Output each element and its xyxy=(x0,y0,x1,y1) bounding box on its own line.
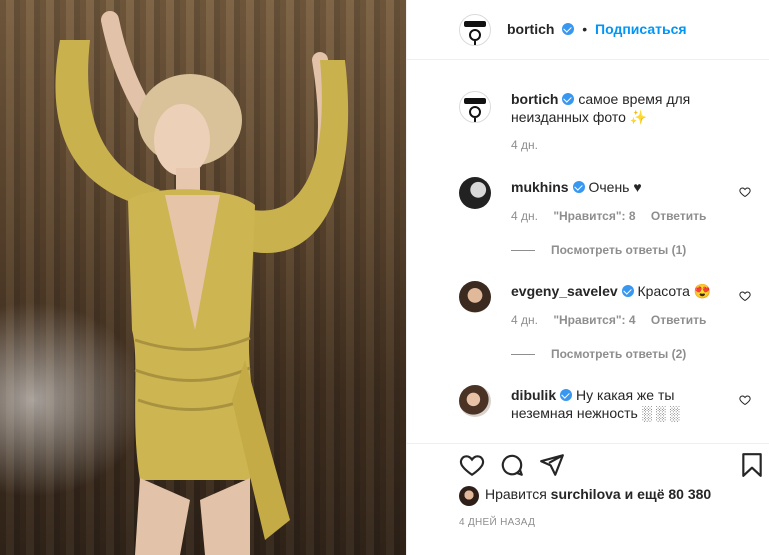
post-date[interactable]: 4 ДНЕЙ НАЗАД xyxy=(459,517,535,528)
follow-button[interactable]: Подписаться xyxy=(595,21,687,37)
commenter-username[interactable]: mukhins xyxy=(511,179,569,195)
header-author-row: bortich • Подписаться xyxy=(507,21,687,37)
comment-text: Очень ♥ xyxy=(588,179,642,195)
share-icon[interactable] xyxy=(539,452,565,478)
verified-icon xyxy=(560,389,573,401)
view-replies-button[interactable]: Посмотреть ответы (1) xyxy=(511,243,686,257)
comment-like-heart-icon[interactable] xyxy=(739,186,751,198)
comment-age[interactable]: 4 дн. xyxy=(511,313,538,327)
post-header: bortich • Подписаться xyxy=(407,0,769,60)
verified-icon xyxy=(562,93,575,105)
comments-list[interactable]: bortich самое время для неизданных фото … xyxy=(407,61,769,442)
caption-author-username[interactable]: bortich xyxy=(511,91,558,107)
liked-by-username[interactable]: surchilova xyxy=(551,486,621,502)
likes-prefix: Нравится xyxy=(485,486,547,502)
post-sidebar: bortich • Подписаться bortich самое врем… xyxy=(406,0,769,555)
heart-icon[interactable] xyxy=(459,452,485,478)
comment-meta: 4 дн. "Нравится": 8 Ответить xyxy=(511,209,718,223)
comment-icon[interactable] xyxy=(499,452,525,478)
reply-button[interactable]: Ответить xyxy=(651,209,706,223)
comment-meta: 4 дн. "Нравится": 4 Ответить xyxy=(511,313,718,327)
caption-author-avatar[interactable] xyxy=(459,91,491,123)
verified-icon xyxy=(562,23,575,35)
post-photo-illustration xyxy=(55,11,349,555)
view-replies-label: Посмотреть ответы (1) xyxy=(551,243,687,257)
comment-likes[interactable]: "Нравится": 8 xyxy=(553,209,635,223)
commenter-username[interactable]: dibulik xyxy=(511,387,556,403)
likes-count[interactable]: и ещё 80 380 xyxy=(625,486,712,502)
comment-text-block: dibulik Ну какая же ты неземная нежность… xyxy=(511,386,717,422)
comment-text-block: evgeny_savelev Красота 😍 xyxy=(511,282,721,300)
verified-icon xyxy=(572,181,585,193)
author-username[interactable]: bortich xyxy=(507,21,554,37)
separator-dot: • xyxy=(582,21,588,37)
comment-text: Красота 😍 xyxy=(637,283,712,299)
verified-icon xyxy=(621,285,634,297)
post-actions: Нравится surchilova и ещё 80 380 4 ДНЕЙ … xyxy=(407,443,769,555)
replies-divider xyxy=(511,250,535,252)
comment-like-heart-icon[interactable] xyxy=(739,290,751,302)
comment-text-block: mukhins Очень ♥ xyxy=(511,178,721,196)
commenter-avatar[interactable] xyxy=(459,385,491,417)
commenter-username[interactable]: evgeny_savelev xyxy=(511,283,618,299)
commenter-avatar[interactable] xyxy=(459,281,491,313)
caption-age[interactable]: 4 дн. xyxy=(511,138,538,152)
view-replies-button[interactable]: Посмотреть ответы (2) xyxy=(511,347,686,361)
caption-meta: 4 дн. xyxy=(511,138,550,152)
comment-likes[interactable]: "Нравится": 4 xyxy=(553,313,635,327)
commenter-avatar[interactable] xyxy=(459,177,491,209)
comment-age[interactable]: 4 дн. xyxy=(511,209,538,223)
reply-button[interactable]: Ответить xyxy=(651,313,706,327)
bookmark-icon[interactable] xyxy=(739,452,765,478)
post-photo[interactable] xyxy=(0,0,406,555)
author-avatar[interactable] xyxy=(459,14,491,46)
liker-avatar[interactable] xyxy=(459,486,479,506)
caption-text-block: bortich самое время для неизданных фото … xyxy=(511,90,711,126)
likes-summary[interactable]: Нравится surchilova и ещё 80 380 xyxy=(485,486,711,502)
comment-like-heart-icon[interactable] xyxy=(739,394,751,406)
replies-divider xyxy=(511,354,535,356)
view-replies-label: Посмотреть ответы (2) xyxy=(551,347,687,361)
